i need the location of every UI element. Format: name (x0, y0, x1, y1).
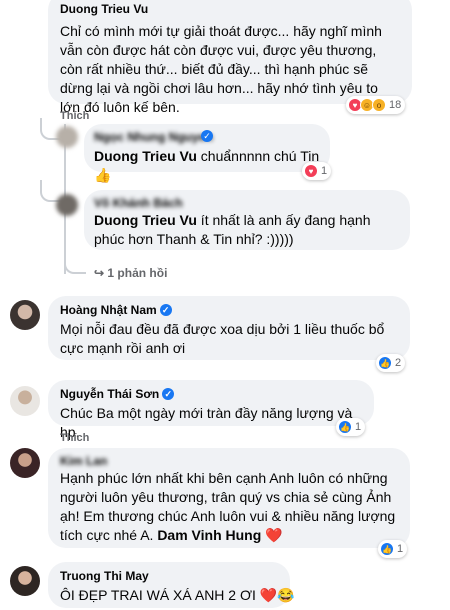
verified-badge-icon: ✓ (159, 304, 172, 316)
reply-arrow-icon: ↪ (94, 266, 105, 280)
avatar[interactable] (10, 566, 40, 596)
reaction-count: 2 (395, 357, 402, 369)
reply-text: Duong Trieu Vu ít nhất là anh ấy đang hạ… (94, 212, 371, 247)
avatar[interactable] (10, 300, 40, 330)
avatar[interactable] (56, 194, 78, 216)
mention-tag[interactable]: Duong Trieu Vu (94, 148, 197, 164)
reply-author[interactable]: Ngọc Nhung Nguyen (94, 130, 213, 144)
mention-tag[interactable]: Duong Trieu Vu (94, 212, 197, 228)
love-reaction-icon: ♥ (304, 164, 318, 178)
like-emoji-icon: 👍 (94, 167, 112, 183)
reply-connector (64, 258, 86, 274)
reaction-count: 1 (355, 421, 362, 433)
reaction-summary[interactable]: 👍 1 (336, 418, 366, 436)
comment-author[interactable]: Duong Trieu Vu (60, 2, 148, 16)
comment-author[interactable]: Nguyễn Thái Sơn ✓ (60, 387, 175, 401)
comment-text: ÔI ĐẸP TRAI WÁ XÁ ANH 2 ƠI ❤️😂 (60, 587, 295, 603)
reaction-summary[interactable]: 👍 2 (376, 354, 406, 372)
avatar[interactable] (56, 126, 78, 148)
like-link[interactable]: Thích (60, 110, 89, 122)
like-link[interactable]: Thích (60, 432, 89, 444)
mention-tag[interactable]: Dam Vinh Hung (157, 527, 261, 543)
reaction-count: 1 (397, 543, 404, 555)
comment-author[interactable]: Kim Lan (60, 454, 107, 468)
comment-text: Hạnh phúc lớn nhất khi bên cạnh Anh luôn… (60, 470, 396, 543)
comment-text: Mọi nỗi đau đều đã được xoa dịu bởi 1 li… (60, 321, 385, 356)
avatar[interactable] (10, 448, 40, 478)
reaction-count: 1 (321, 165, 328, 177)
like-reaction-icon: 👍 (380, 542, 394, 556)
heart-laugh-emoji-icon: ❤️😂 (259, 587, 295, 603)
comment-text: Chúc Ba một ngày mới tràn đầy năng lượng… (60, 405, 353, 440)
reaction-summary[interactable]: ♥ 1 (302, 162, 332, 180)
like-reaction-icon: 👍 (378, 356, 392, 370)
reaction-count: 18 (389, 99, 402, 111)
comment-author[interactable]: Truong Thi May (60, 569, 149, 583)
reaction-summary[interactable]: ♥ ☺ o 18 (346, 96, 406, 114)
reaction-summary[interactable]: 👍 1 (378, 540, 408, 558)
avatar[interactable] (10, 386, 40, 416)
reply-author[interactable]: Võ Khánh Bách (94, 196, 183, 210)
reply-text: Duong Trieu Vu chuẩnnnnn chú Tin👍 (94, 148, 320, 183)
like-reaction-icon: 👍 (338, 420, 352, 434)
comment-author[interactable]: Hoàng Nhật Nam ✓ (60, 303, 172, 317)
view-replies-link[interactable]: ↪ 1 phản hồi (94, 266, 167, 280)
verified-badge-icon: ✓ (201, 130, 213, 142)
verified-badge-icon: ✓ (162, 388, 175, 400)
heart-emoji-icon: ❤️ (265, 527, 283, 543)
wow-reaction-icon: o (372, 98, 386, 112)
